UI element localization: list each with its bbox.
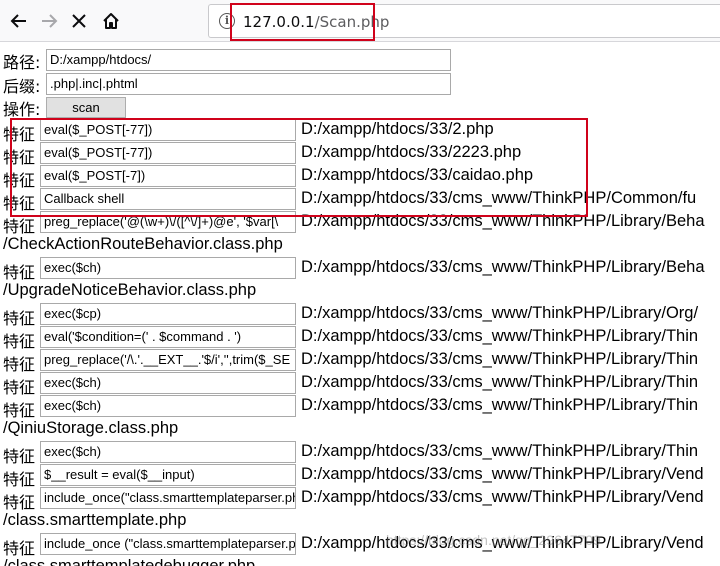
file-path-continuation: /CheckActionRouteBehavior.class.php bbox=[3, 235, 283, 253]
file-path-continuation: /class.smarttemplate.php bbox=[3, 511, 187, 529]
back-button[interactable] bbox=[4, 6, 34, 36]
file-path: D:/xampp/htdocs/33/cms_www/ThinkPHP/Libr… bbox=[301, 534, 704, 552]
file-path: D:/xampp/htdocs/33/2.php bbox=[301, 120, 494, 138]
feature-input[interactable]: preg_replace('@(\w+)\/([^\/]+)@e', '$var… bbox=[40, 211, 296, 233]
action-label: 操作: bbox=[3, 99, 41, 119]
feature-input[interactable]: include_once ("class.smarttemplateparser… bbox=[40, 533, 296, 555]
file-path: D:/xampp/htdocs/33/cms_www/ThinkPHP/Libr… bbox=[301, 465, 704, 483]
feature-input[interactable]: eval('$condition=(' . $command . ') bbox=[40, 326, 296, 348]
result-row: 特征 preg_replace('@(\w+)\/([^\/]+)@e', '$v… bbox=[3, 211, 720, 236]
file-path: D:/xampp/htdocs/33/cms_www/ThinkPHP/Libr… bbox=[301, 327, 699, 345]
home-button[interactable] bbox=[96, 6, 126, 36]
result-row: 特征 eval('$condition=(' . $command . ') D:/… bbox=[3, 326, 720, 351]
suffix-row: 后缀: .php|.inc|.phtml bbox=[3, 73, 451, 96]
feature-input[interactable]: eval($_POST[-7]) bbox=[40, 165, 296, 187]
result-row: 特征 eval($_POST[-77]) D:/xampp/htdocs/33/2.… bbox=[3, 119, 720, 144]
url-host: 127.0.0.1 bbox=[243, 13, 315, 31]
result-row: 特征 Callback shell D:/xampp/htdocs/33/cms_w… bbox=[3, 188, 720, 213]
stop-button[interactable] bbox=[64, 6, 94, 36]
url-bar[interactable]: i 127.0.0.1/Scan.php bbox=[208, 4, 720, 38]
path-label: 路径: bbox=[3, 52, 41, 72]
arrow-right-icon bbox=[42, 14, 58, 28]
result-row: 特征 exec($cp) D:/xampp/htdocs/33/cms_www/Th… bbox=[3, 303, 720, 328]
feature-input[interactable]: preg_replace('/\.'.__EXT__.'$/i','',trim… bbox=[40, 349, 296, 371]
file-path: D:/xampp/htdocs/33/cms_www/ThinkPHP/Libr… bbox=[301, 212, 705, 230]
feature-input[interactable]: $__result = eval($__input) bbox=[40, 464, 296, 486]
file-path: D:/xampp/htdocs/33/cms_www/ThinkPHP/Libr… bbox=[301, 373, 699, 391]
file-path: D:/xampp/htdocs/33/cms_www/ThinkPHP/Libr… bbox=[301, 488, 704, 506]
file-path: D:/xampp/htdocs/33/cms_www/ThinkPHP/Comm… bbox=[301, 189, 697, 207]
browser-toolbar: i 127.0.0.1/Scan.php bbox=[0, 0, 720, 42]
result-row: 特征 exec($ch) D:/xampp/htdocs/33/cms_www/Th… bbox=[3, 257, 720, 282]
info-icon[interactable]: i bbox=[219, 13, 235, 29]
result-row: 特征 include_once("class.smarttemplateparse… bbox=[3, 487, 720, 512]
feature-input[interactable]: include_once("class.smarttemplateparser.… bbox=[40, 487, 296, 509]
result-row: 特征 include_once ("class.smarttemplatepars… bbox=[3, 533, 720, 558]
feature-input[interactable]: exec($ch) bbox=[40, 372, 296, 394]
action-row: 操作: scan bbox=[3, 96, 126, 119]
file-path: D:/xampp/htdocs/33/caidao.php bbox=[301, 166, 534, 184]
url-path: /Scan.php bbox=[314, 13, 390, 31]
result-row: 特征 preg_replace('/\.'.__EXT__.'$/i','',tr… bbox=[3, 349, 720, 374]
result-row: 特征 exec($ch) D:/xampp/htdocs/33/cms_www/Th… bbox=[3, 441, 720, 466]
scan-page: 路径: D:/xampp/htdocs/ 后缀: .php|.inc|.phtm… bbox=[0, 42, 720, 566]
feature-input[interactable]: eval($_POST[-77]) bbox=[40, 119, 296, 141]
suffix-input[interactable]: .php|.inc|.phtml bbox=[46, 73, 451, 95]
feature-input[interactable]: exec($ch) bbox=[40, 257, 296, 279]
feature-input[interactable]: exec($ch) bbox=[40, 441, 296, 463]
file-path: D:/xampp/htdocs/33/cms_www/ThinkPHP/Libr… bbox=[301, 304, 699, 322]
feature-input[interactable]: exec($cp) bbox=[40, 303, 296, 325]
arrow-left-icon bbox=[10, 14, 26, 28]
feature-label: 特征 bbox=[3, 493, 36, 512]
file-path: D:/xampp/htdocs/33/cms_www/ThinkPHP/Libr… bbox=[301, 258, 705, 276]
result-row: 特征 $__result = eval($__input) D:/xampp/htd… bbox=[3, 464, 720, 489]
file-path: D:/xampp/htdocs/33/cms_www/ThinkPHP/Libr… bbox=[301, 396, 699, 414]
result-row: 特征 eval($_POST[-7]) D:/xampp/htdocs/33/cai… bbox=[3, 165, 720, 190]
feature-label: 特征 bbox=[3, 263, 36, 282]
file-path-continuation: /QiniuStorage.class.php bbox=[3, 419, 179, 437]
feature-label: 特征 bbox=[3, 401, 36, 420]
feature-input[interactable]: eval($_POST[-77]) bbox=[40, 142, 296, 164]
close-icon bbox=[72, 14, 86, 28]
forward-button[interactable] bbox=[34, 6, 64, 36]
suffix-label: 后缀: bbox=[3, 76, 41, 96]
result-row: 特征 eval($_POST[-77]) D:/xampp/htdocs/33/22… bbox=[3, 142, 720, 167]
result-row: 特征 exec($ch) D:/xampp/htdocs/33/cms_www/Th… bbox=[3, 395, 720, 420]
feature-label: 特征 bbox=[3, 539, 36, 558]
scan-button[interactable]: scan bbox=[46, 97, 126, 118]
file-path: D:/xampp/htdocs/33/cms_www/ThinkPHP/Libr… bbox=[301, 350, 699, 368]
file-path: D:/xampp/htdocs/33/2223.php bbox=[301, 143, 522, 161]
result-row: 特征 exec($ch) D:/xampp/htdocs/33/cms_www/Th… bbox=[3, 372, 720, 397]
home-icon bbox=[103, 13, 119, 29]
feature-input[interactable]: exec($ch) bbox=[40, 395, 296, 417]
feature-input[interactable]: Callback shell bbox=[40, 188, 296, 210]
feature-label: 特征 bbox=[3, 217, 36, 236]
file-path: D:/xampp/htdocs/33/cms_www/ThinkPHP/Libr… bbox=[301, 442, 699, 460]
path-input[interactable]: D:/xampp/htdocs/ bbox=[46, 49, 451, 71]
file-path-continuation: /UpgradeNoticeBehavior.class.php bbox=[3, 281, 257, 299]
path-row: 路径: D:/xampp/htdocs/ bbox=[3, 49, 451, 72]
file-path-continuation: /class.smarttemplatedebugger.php bbox=[3, 557, 256, 566]
url-text[interactable]: 127.0.0.1/Scan.php bbox=[243, 13, 389, 31]
